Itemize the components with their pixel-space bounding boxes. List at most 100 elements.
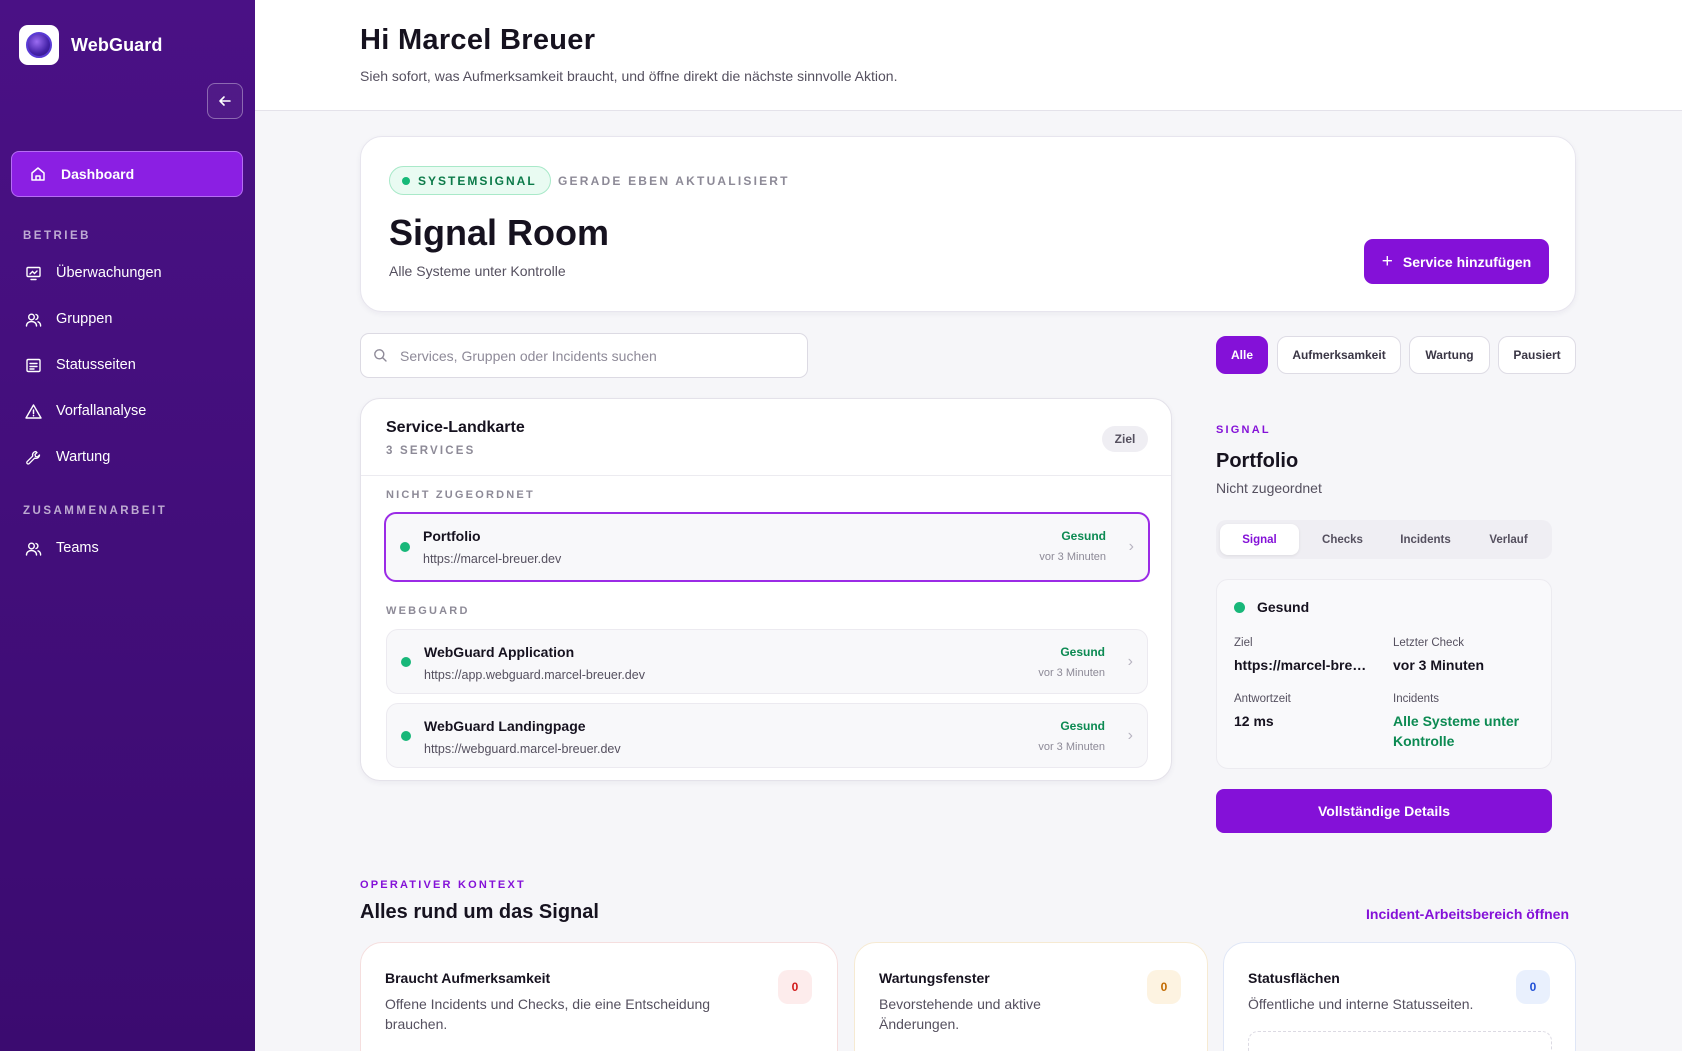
group-label-unassigned: NICHT ZUGEORDNET [386,489,535,501]
page-header: Hi Marcel Breuer Sieh sofort, was Aufmer… [255,0,1682,111]
service-last-check: vor 3 Minuten [1039,551,1106,563]
hero-subtitle: Alle Systeme unter Kontrolle [389,263,566,279]
plus-icon: + [1381,250,1393,272]
home-icon [31,167,45,181]
sidebar: WebGuard Dashboard BETRIEB Überwachungen… [0,0,255,1051]
tab-verlauf[interactable]: Verlauf [1469,524,1548,555]
card-title: Braucht Aufmerksamkeit [385,970,551,986]
chevron-right-icon: › [1127,726,1133,744]
incidents-label: Incidents [1393,693,1440,705]
filter-pausiert[interactable]: Pausiert [1498,336,1576,374]
service-row-portfolio[interactable]: Portfolio https://marcel-breuer.dev Gesu… [384,512,1150,582]
target-label: Ziel [1234,637,1253,649]
status-dot-icon [400,542,410,552]
collapse-sidebar-button[interactable] [207,83,243,119]
last-updated: GERADE EBEN AKTUALISIERT [558,174,790,188]
card-description: Bevorstehende und aktive Änderungen. [879,996,1041,1032]
status-dot-icon [401,730,411,741]
card-title: Wartungsfenster [879,970,990,986]
sidebar-item-vorfallanalyse[interactable]: Vorfallanalyse [25,399,146,423]
chevron-right-icon: › [1127,652,1133,670]
service-status: Gesund [1061,529,1106,543]
tab-incidents[interactable]: Incidents [1386,524,1465,555]
service-map-title: Service-Landkarte [386,419,525,436]
service-url: https://marcel-breuer.dev [423,552,562,566]
filter-alle[interactable]: Alle [1216,336,1268,374]
service-name: WebGuard Application [424,644,575,660]
status-dot-icon [401,656,411,667]
sidebar-item-ueberwachungen[interactable]: Überwachungen [25,261,162,285]
service-count: 3 SERVICES [386,445,476,457]
card-description: Offene Incidents und Checks, die eine En… [385,996,711,1032]
nav-section-zusammenarbeit: ZUSAMMENARBEIT [23,505,168,517]
service-row-webguard-landingpage[interactable]: WebGuard Landingpage https://webguard.ma… [386,703,1148,768]
filter-aufmerksamkeit[interactable]: Aufmerksamkeit [1277,336,1401,374]
context-title: Alles rund um das Signal [360,901,599,923]
card-title: Statusflächen [1248,970,1340,986]
incidents-value: Alle Systeme unter Kontrolle [1393,713,1520,749]
brand-name: WebGuard [71,34,163,55]
system-signal-label: SYSTEMSIGNAL [418,173,537,188]
team-icon [25,542,42,556]
signal-detail-card: Gesund Ziel https://marcel-breuer.dev Le… [1216,579,1552,769]
sidebar-item-teams[interactable]: Teams [25,536,99,560]
signal-room-card: SYSTEMSIGNAL GERADE EBEN AKTUALISIERT Si… [360,136,1576,312]
service-url: https://app.webguard.marcel-breuer.dev [424,668,645,682]
page-subtitle: Sieh sofort, was Aufmerksamkeit braucht,… [360,68,898,84]
globe-icon [26,32,52,58]
tab-checks[interactable]: Checks [1303,524,1382,555]
search-box [360,333,808,378]
group-label-webguard: WEBGUARD [386,605,470,617]
full-details-button[interactable]: Vollständige Details [1216,789,1552,833]
context-label: OPERATIVER KONTEXT [360,879,526,891]
card-description: Öffentliche und interne Statusseiten. [1248,996,1474,1012]
signal-tabs: Signal Checks Incidents Verlauf [1216,520,1552,559]
status-page-placeholder [1248,1031,1552,1051]
signal-label: SIGNAL [1216,424,1271,436]
service-name: WebGuard Landingpage [424,718,586,734]
chevron-right-icon: › [1128,538,1134,555]
status-dot-icon [402,176,410,185]
webguard-logo [19,25,59,65]
service-last-check: vor 3 Minuten [1038,741,1105,753]
last-check-value: vor 3 Minuten [1393,657,1485,673]
sidebar-item-statusseiten[interactable]: Statusseiten [25,353,136,377]
target-badge[interactable]: Ziel [1102,426,1148,452]
open-incident-workspace-link[interactable]: Incident-Arbeitsbereich öffnen [1366,906,1569,922]
sidebar-item-label: Wartung [56,449,111,465]
count-badge: 0 [1516,970,1550,1004]
service-row-webguard-application[interactable]: WebGuard Application https://app.webguar… [386,629,1148,694]
sidebar-item-label: Statusseiten [56,357,136,373]
card-maintenance-windows[interactable]: Wartungsfenster Bevorstehende und aktive… [854,942,1208,1051]
status-dot-icon [1234,602,1245,613]
divider [361,475,1171,476]
search-input[interactable] [400,347,780,364]
signal-subtitle: Nicht zugeordnet [1216,480,1322,496]
system-signal-badge: SYSTEMSIGNAL [389,166,551,195]
arrow-left-icon [219,96,231,106]
card-status-surfaces[interactable]: Statusflächen Öffentliche und interne St… [1223,942,1576,1051]
sidebar-item-dashboard[interactable]: Dashboard [11,151,243,197]
service-status: Gesund [1060,719,1105,733]
sidebar-item-label: Vorfallanalyse [56,403,147,419]
page-title: Hi Marcel Breuer [360,24,596,56]
warning-icon [25,403,42,419]
service-name: Portfolio [423,528,481,544]
service-map: Service-Landkarte 3 SERVICES Ziel NICHT … [360,398,1172,781]
hero-title: Signal Room [389,212,610,253]
tab-signal[interactable]: Signal [1220,524,1299,555]
sidebar-item-gruppen[interactable]: Gruppen [25,307,112,331]
count-badge: 0 [1147,970,1181,1004]
signal-title: Portfolio [1216,450,1299,472]
sidebar-item-label: Dashboard [61,166,135,182]
service-status: Gesund [1060,645,1105,659]
filter-wartung[interactable]: Wartung [1409,336,1490,374]
brand[interactable]: WebGuard [19,25,162,65]
sidebar-item-label: Überwachungen [56,265,162,281]
sidebar-item-label: Teams [56,540,99,556]
health-status: Gesund [1257,599,1310,615]
card-needs-attention[interactable]: Braucht Aufmerksamkeit Offene Incidents … [360,942,838,1051]
add-service-button[interactable]: + Service hinzufügen [1364,239,1549,284]
response-time-label: Antwortzeit [1234,693,1291,705]
sidebar-item-wartung[interactable]: Wartung [25,445,110,469]
